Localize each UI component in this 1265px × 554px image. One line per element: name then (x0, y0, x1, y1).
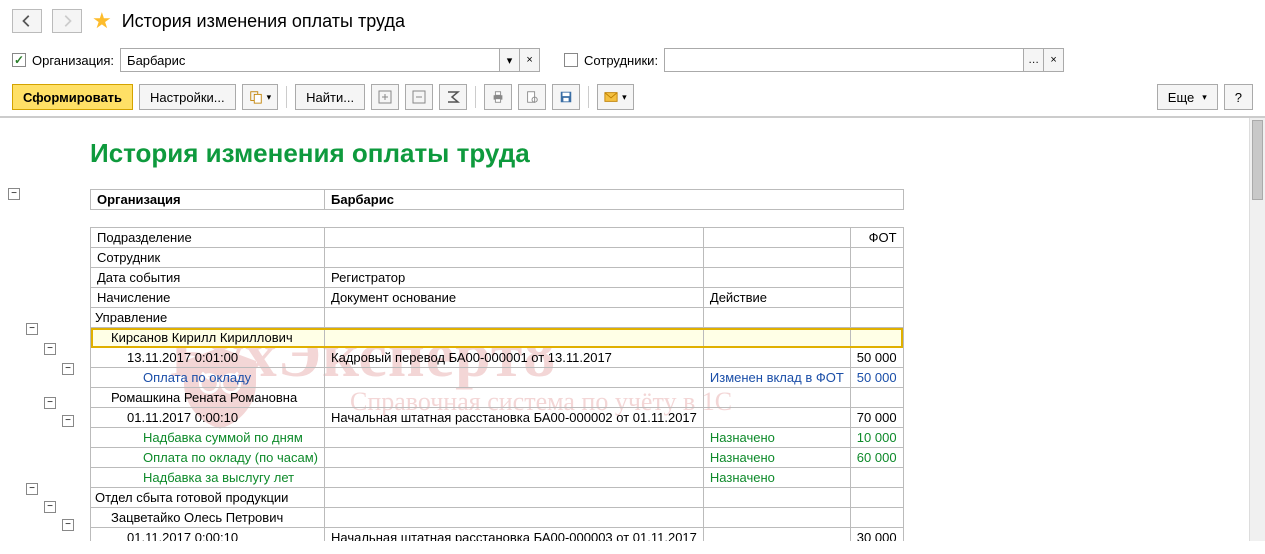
table-row[interactable]: Оплата по окладу (по часам)Назначено60 0… (91, 448, 904, 468)
star-icon[interactable]: ★ (92, 8, 112, 34)
table-row[interactable]: Надбавка суммой по днямНазначено10 000 (91, 428, 904, 448)
tree-toggle[interactable]: − (62, 363, 74, 375)
print-button[interactable] (484, 84, 512, 110)
generate-button[interactable]: Сформировать (12, 84, 133, 110)
tree-toggle[interactable]: − (8, 188, 20, 200)
copy-icon (249, 90, 263, 104)
org-clear-button[interactable]: × (519, 49, 539, 71)
tree-toggle[interactable]: − (62, 519, 74, 531)
table-row[interactable]: Управление (91, 308, 904, 328)
table-row[interactable]: Отдел сбыта готовой продукции (91, 488, 904, 508)
sigma-icon (446, 90, 460, 104)
find-button[interactable]: Найти... (295, 84, 365, 110)
org-dropdown-button[interactable]: ▾ (499, 49, 519, 71)
floppy-icon (559, 90, 573, 104)
collapse-button[interactable] (405, 84, 433, 110)
variants-button[interactable]: ▾ (242, 84, 279, 110)
sum-button[interactable] (439, 84, 467, 110)
table-row[interactable]: Зацветайко Олесь Петрович (91, 508, 904, 528)
emp-label: Сотрудники: (584, 53, 658, 68)
expand-icon (378, 90, 392, 104)
mail-icon (604, 90, 618, 104)
table-row[interactable]: Кирсанов Кирилл Кириллович (91, 328, 904, 348)
tree-toggle[interactable]: − (62, 415, 74, 427)
arrow-left-icon (20, 14, 34, 28)
emp-clear-button[interactable]: × (1043, 49, 1063, 71)
nav-back-button[interactable] (12, 9, 42, 33)
tree-toggle[interactable]: − (26, 483, 38, 495)
help-button[interactable]: ? (1224, 84, 1253, 110)
report-table: ОрганизацияБарбарисПодразделениеФОТСотру… (90, 189, 904, 541)
org-label: Организация: (32, 53, 114, 68)
table-row[interactable]: 01.11.2017 0:00:10Начальная штатная расс… (91, 408, 904, 428)
org-field[interactable] (121, 49, 499, 71)
printer-icon (491, 90, 505, 104)
table-row[interactable]: Оплата по окладуИзменен вклад в ФОТ50 00… (91, 368, 904, 388)
table-row[interactable]: Ромашкина Рената Романовна (91, 388, 904, 408)
tree-toggle[interactable]: − (44, 397, 56, 409)
table-row[interactable]: Надбавка за выслугу летНазначено (91, 468, 904, 488)
nav-forward-button[interactable] (52, 9, 82, 33)
emp-checkbox[interactable] (564, 53, 578, 67)
expand-button[interactable] (371, 84, 399, 110)
tree-toggle[interactable]: − (44, 501, 56, 513)
arrow-right-icon (60, 14, 74, 28)
save-button[interactable] (552, 84, 580, 110)
tree-toggle[interactable]: − (44, 343, 56, 355)
tree-toggle[interactable]: − (26, 323, 38, 335)
emp-field[interactable] (665, 49, 1023, 71)
email-button[interactable]: ▾ (597, 84, 634, 110)
table-row[interactable]: 13.11.2017 0:01:00Кадровый перевод БА00-… (91, 348, 904, 368)
table-row[interactable]: 01.11.2017 0:00:10Начальная штатная расс… (91, 528, 904, 542)
org-checkbox[interactable] (12, 53, 26, 67)
report-title: История изменения оплаты труда (90, 138, 1265, 169)
emp-more-button[interactable]: … (1023, 49, 1043, 71)
page-zoom-icon (525, 90, 539, 104)
page-title: История изменения оплаты труда (122, 11, 405, 32)
collapse-icon (412, 90, 426, 104)
preview-button[interactable] (518, 84, 546, 110)
more-button[interactable]: Еще▾ (1157, 84, 1218, 110)
settings-button[interactable]: Настройки... (139, 84, 236, 110)
